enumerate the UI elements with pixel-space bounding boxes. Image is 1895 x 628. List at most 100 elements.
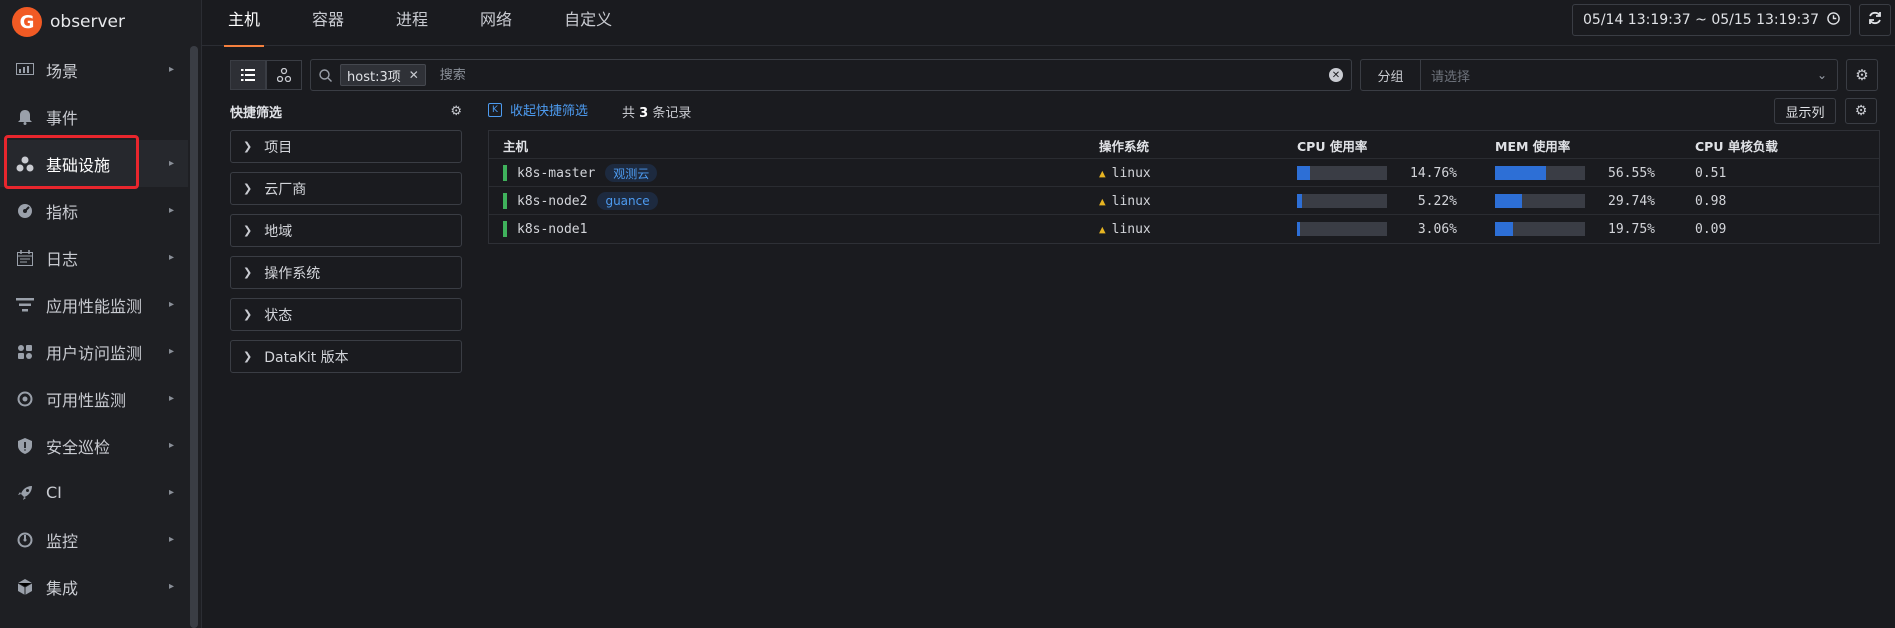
table-header-row: 主机 操作系统 CPU 使用率 MEM 使用率 CPU 单核负载 [489, 131, 1879, 159]
host-name[interactable]: k8s-node2 [517, 194, 587, 209]
table-settings-button[interactable]: ⚙ [1845, 98, 1877, 124]
gear-icon: ⚙ [1855, 66, 1869, 84]
status-indicator [503, 165, 507, 181]
tab-custom[interactable]: 自定义 [560, 0, 616, 46]
sidebar: G observer 场景 ▸ 事件 基础设施 ▸ 指标 ▸ 日志 ▸ 应用性能… [0, 0, 202, 628]
sidebar-item-infrastructure[interactable]: 基础设施 ▸ [0, 140, 188, 187]
chevron-right-icon: ▸ [168, 393, 174, 404]
collapse-icon: K [488, 102, 502, 117]
tab-process[interactable]: 进程 [392, 0, 432, 46]
search-input[interactable] [437, 66, 1329, 84]
os-name: linux [1111, 165, 1151, 181]
quick-filter-os[interactable]: ❯ 操作系统 [230, 256, 462, 289]
metrics-icon [14, 200, 36, 222]
host-label-tag[interactable]: guance [597, 192, 658, 210]
cpu-usage-fill [1297, 194, 1302, 208]
host-cell: k8s-node1 [503, 215, 587, 243]
quick-filter-label: 操作系统 [264, 265, 321, 282]
display-columns-button[interactable]: 显示列 [1774, 98, 1836, 124]
cpu-usage-bar [1297, 166, 1387, 180]
clear-icon[interactable]: ✕ [1329, 68, 1343, 82]
chevron-right-icon: ▸ [168, 440, 174, 451]
rocket-icon [14, 482, 36, 504]
gear-icon: ⚙ [1854, 103, 1868, 119]
time-range-picker[interactable]: 05/14 13:19:37 ~ 05/15 13:19:37 [1572, 4, 1851, 36]
table-row[interactable]: k8s-master 观测云 ▲ linux 14.76% 56.55% 0.5… [489, 159, 1879, 187]
host-cell: k8s-node2 guance [503, 187, 658, 215]
topology-view-button[interactable] [266, 60, 302, 90]
column-header-cpu[interactable]: CPU 使用率 [1297, 131, 1367, 159]
host-table: 主机 操作系统 CPU 使用率 MEM 使用率 CPU 单核负载 k8s-mas… [488, 130, 1880, 244]
chevron-right-icon: ▸ [168, 581, 174, 592]
os-cell: ▲ linux [1099, 187, 1151, 215]
column-header-os[interactable]: 操作系统 [1099, 131, 1149, 159]
load-value: 0.51 [1695, 165, 1727, 181]
sidebar-item-synthetics[interactable]: 可用性监测 ▸ [0, 375, 188, 422]
cpu-usage-value: 14.76% [1410, 165, 1457, 181]
close-icon[interactable]: ✕ [409, 68, 419, 82]
sidebar-item-scene[interactable]: 场景 ▸ [0, 46, 188, 93]
cpu-usage-fill [1297, 222, 1300, 236]
host-label-tag[interactable]: 观测云 [605, 164, 658, 182]
sidebar-item-ci[interactable]: CI ▸ [0, 469, 188, 516]
collapse-quick-filter-link[interactable]: K 收起快捷筛选 [488, 100, 588, 119]
sidebar-item-monitor[interactable]: 监控 ▸ [0, 516, 188, 563]
linux-icon: ▲ [1099, 166, 1106, 180]
clock-icon [1827, 11, 1840, 29]
tab-network[interactable]: 网络 [476, 0, 516, 46]
linux-icon: ▲ [1099, 194, 1106, 208]
table-row[interactable]: k8s-node2 guance ▲ linux 5.22% 29.74% 0.… [489, 187, 1879, 215]
group-label: 分组 [1361, 60, 1421, 90]
sidebar-item-label: 场景 [46, 61, 79, 81]
filter-tag[interactable]: host:3项 ✕ [340, 64, 426, 86]
scrollbar-thumb[interactable] [190, 46, 198, 628]
group-by-select[interactable]: 分组 请选择 ⌄ [1360, 59, 1838, 91]
collapse-label: 收起快捷筛选 [510, 104, 589, 119]
rum-icon [14, 341, 36, 363]
sidebar-item-integration[interactable]: 集成 ▸ [0, 563, 188, 610]
tab-host[interactable]: 主机 [224, 0, 265, 47]
sidebar-item-apm[interactable]: 应用性能监测 ▸ [0, 281, 188, 328]
settings-button[interactable]: ⚙ [1846, 59, 1878, 91]
chevron-right-icon: ❯ [243, 224, 253, 237]
brand[interactable]: G observer [12, 4, 125, 40]
sidebar-item-logs[interactable]: 日志 ▸ [0, 234, 188, 281]
chevron-right-icon: ▸ [168, 64, 174, 75]
sidebar-item-label: 事件 [46, 108, 79, 128]
table-row[interactable]: k8s-node1 ▲ linux 3.06% 19.75% 0.09 [489, 215, 1879, 243]
sidebar-item-metrics[interactable]: 指标 ▸ [0, 187, 188, 234]
sidebar-item-label: 监控 [46, 531, 79, 551]
cpu-cell: 3.06% [1297, 215, 1457, 243]
quick-filter-status[interactable]: ❯ 状态 [230, 298, 462, 331]
chevron-right-icon: ❯ [243, 266, 253, 279]
host-name[interactable]: k8s-node1 [517, 222, 587, 237]
mem-cell: 19.75% [1495, 215, 1655, 243]
host-name[interactable]: k8s-master [517, 166, 595, 181]
sidebar-scrollbar[interactable] [190, 46, 198, 628]
column-header-mem[interactable]: MEM 使用率 [1495, 131, 1570, 159]
quick-filter-region[interactable]: ❯ 地域 [230, 214, 462, 247]
column-header-load[interactable]: CPU 单核负载 [1695, 131, 1778, 159]
quick-filter-datakit-version[interactable]: ❯ DataKit 版本 [230, 340, 462, 373]
quick-filter-cloud-provider[interactable]: ❯ 云厂商 [230, 172, 462, 205]
refresh-button[interactable] [1859, 4, 1891, 36]
chevron-right-icon: ▸ [168, 534, 174, 545]
filter-tag-label: host:3项 [347, 69, 401, 85]
record-count-prefix: 共 [622, 106, 636, 121]
cpu-cell: 5.22% [1297, 187, 1457, 215]
refresh-icon [1868, 11, 1882, 29]
sidebar-item-label: 用户访问监测 [46, 343, 143, 363]
sidebar-item-events[interactable]: 事件 [0, 93, 188, 140]
list-view-button[interactable] [230, 60, 266, 90]
column-header-host[interactable]: 主机 [503, 131, 528, 159]
sidebar-item-rum[interactable]: 用户访问监测 ▸ [0, 328, 188, 375]
sidebar-item-security[interactable]: 安全巡检 ▸ [0, 422, 188, 469]
list-icon [241, 69, 255, 81]
gear-icon[interactable]: ⚙ [450, 104, 462, 119]
chevron-right-icon: ▸ [168, 299, 174, 310]
quick-filter-label: DataKit 版本 [264, 349, 349, 366]
tab-container[interactable]: 容器 [308, 0, 348, 46]
search-bar[interactable]: host:3项 ✕ ✕ [310, 59, 1352, 91]
mem-usage-value: 19.75% [1608, 221, 1655, 237]
quick-filter-project[interactable]: ❯ 项目 [230, 130, 462, 163]
